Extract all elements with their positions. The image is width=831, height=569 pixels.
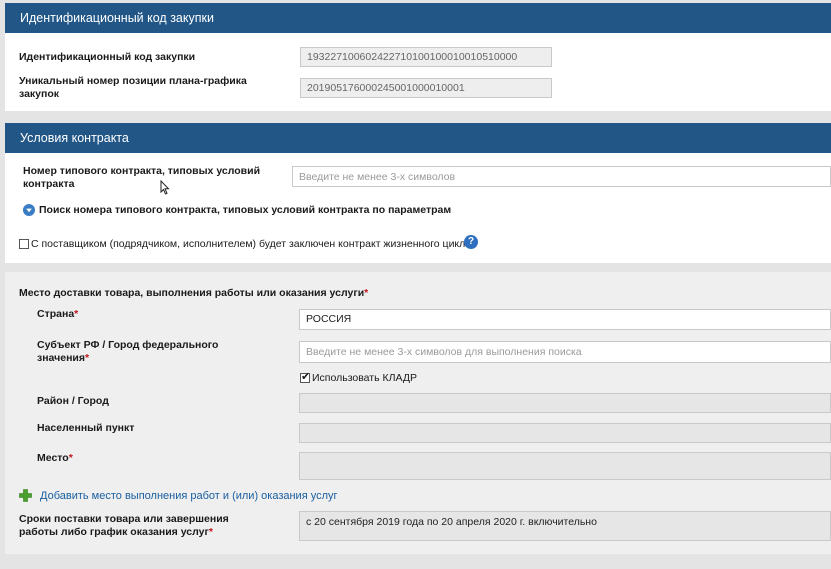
- kladr-checkbox[interactable]: [300, 370, 310, 383]
- country-label: Страна*: [37, 308, 79, 320]
- help-icon[interactable]: ?: [464, 235, 478, 249]
- country-field[interactable]: РОССИЯ: [299, 309, 831, 330]
- procurement-id-header: Идентификационный код закупки: [5, 3, 831, 33]
- mouse-cursor-icon: [160, 180, 170, 195]
- delivery-section-title: Место доставки товара, выполнения работы…: [19, 287, 369, 299]
- add-place-link-text: Добавить место выполнения работ и (или) …: [40, 490, 338, 502]
- deadline-field[interactable]: с 20 сентября 2019 года по 20 апреля 202…: [299, 511, 831, 541]
- district-label: Район / Город: [37, 395, 109, 407]
- plus-icon: [19, 489, 32, 502]
- procurement-id-title: Идентификационный код закупки: [20, 11, 214, 25]
- kladr-label: Использовать КЛАДР: [312, 372, 417, 384]
- district-field[interactable]: [299, 393, 831, 413]
- place-field[interactable]: [299, 452, 831, 480]
- locality-field[interactable]: [299, 423, 831, 443]
- typical-contract-input[interactable]: [292, 166, 831, 187]
- place-label: Место*: [37, 452, 73, 464]
- region-label: Субъект РФ / Город федерального значения…: [37, 339, 219, 364]
- search-params-link-text: Поиск номера типового контракта, типовых…: [39, 204, 452, 216]
- typical-contract-label: Номер типового контракта, типовых услови…: [23, 165, 261, 190]
- locality-label: Населенный пункт: [37, 422, 135, 434]
- region-input[interactable]: [299, 341, 831, 363]
- expand-circle-icon: [23, 204, 35, 216]
- plan-position-label: Уникальный номер позиции плана-графика з…: [19, 75, 247, 100]
- procurement-id-field: 193227100602422710100100010010510000: [300, 47, 552, 67]
- contract-terms-header: Условия контракта: [5, 123, 831, 153]
- procurement-id-label: Идентификационный код закупки: [19, 51, 196, 63]
- lifecycle-contract-checkbox[interactable]: [19, 239, 29, 249]
- contract-terms-title: Условия контракта: [20, 131, 129, 145]
- lifecycle-contract-label: С поставщиком (подрядчиком, исполнителем…: [31, 238, 472, 250]
- deadline-label: Сроки поставки товара или завершения раб…: [19, 513, 229, 538]
- plan-position-field: 201905176000245001000010001: [300, 78, 552, 98]
